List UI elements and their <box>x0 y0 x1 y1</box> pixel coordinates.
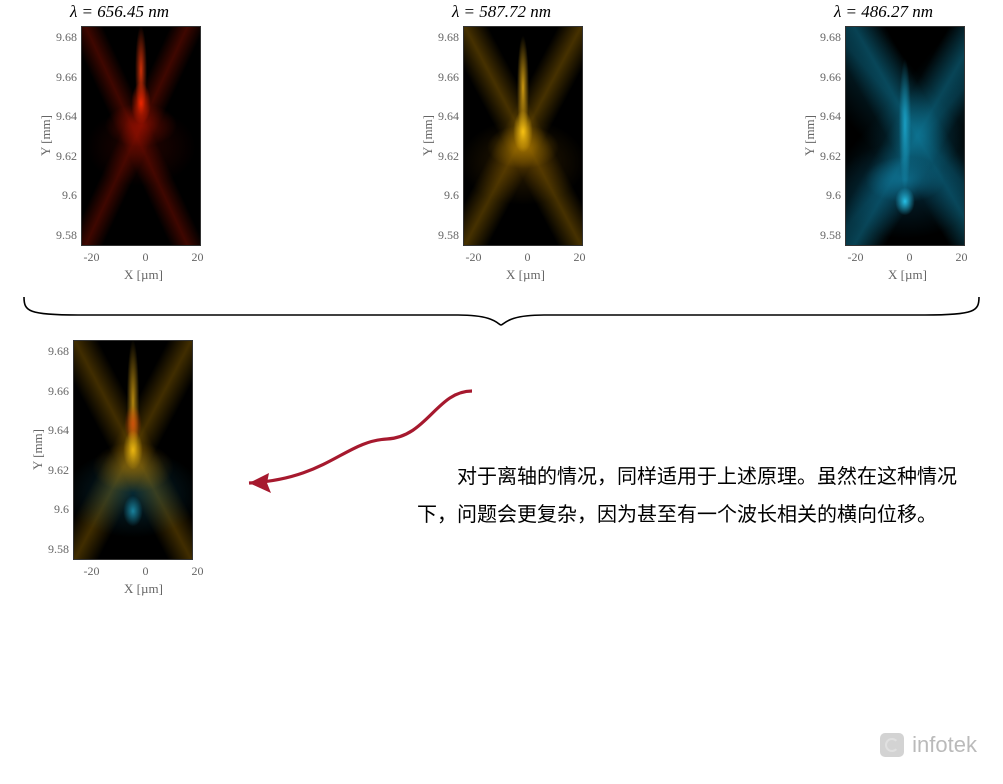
y-tick: 9.6 <box>438 189 459 201</box>
y-tick: 9.68 <box>438 31 459 43</box>
x-axis-label: X [µm] <box>506 267 545 283</box>
y-tick: 9.6 <box>820 189 841 201</box>
x-area: -20 0 20 X [µm] <box>84 560 204 597</box>
x-tick: -20 <box>848 250 864 265</box>
chart-title: λ = 486.27 nm <box>834 2 933 22</box>
y-axis-label: Y [mm] <box>802 115 818 156</box>
x-tick: 20 <box>192 564 204 579</box>
y-tick: 9.58 <box>48 543 69 555</box>
x-tick: -20 <box>84 250 100 265</box>
y-ticks: 9.68 9.66 9.64 9.62 9.6 9.58 <box>56 31 77 241</box>
x-tick: 20 <box>574 250 586 265</box>
y-tick: 9.68 <box>48 345 69 357</box>
heatmap-image <box>73 340 193 560</box>
x-ticks: -20 0 20 <box>466 250 586 265</box>
y-ticks: 9.68 9.66 9.64 9.62 9.6 9.58 <box>438 31 459 241</box>
x-tick: 0 <box>907 250 913 265</box>
bottom-row: Y [mm] 9.68 9.66 9.64 9.62 9.6 9.58 -20 … <box>0 340 1003 597</box>
diffraction-pattern-icon <box>74 341 192 559</box>
plot-area: Y [mm] 9.68 9.66 9.64 9.62 9.6 9.58 <box>30 340 209 560</box>
y-tick: 9.62 <box>56 150 77 162</box>
chart-cyan: λ = 486.27 nm Y [mm] 9.68 9.66 9.64 9.62… <box>794 2 973 283</box>
chart-combined: Y [mm] 9.68 9.66 9.64 9.62 9.6 9.58 -20 … <box>30 340 209 597</box>
y-ticks: 9.68 9.66 9.64 9.62 9.6 9.58 <box>48 345 69 555</box>
y-tick: 9.6 <box>48 503 69 515</box>
y-tick: 9.68 <box>56 31 77 43</box>
y-tick: 9.66 <box>820 71 841 83</box>
y-tick: 9.62 <box>438 150 459 162</box>
y-tick: 9.64 <box>56 110 77 122</box>
y-axis-label: Y [mm] <box>30 429 46 470</box>
y-tick: 9.66 <box>48 385 69 397</box>
body-paragraph: 对于离轴的情况，同样适用于上述原理。虽然在这种情况下，问题会更复杂，因为甚至有一… <box>417 458 977 534</box>
y-tick: 9.66 <box>56 71 77 83</box>
chart-red: λ = 656.45 nm Y [mm] 9.68 9.66 9.64 9.62… <box>30 2 209 283</box>
x-axis-label: X [µm] <box>888 267 927 283</box>
y-tick: 9.68 <box>820 31 841 43</box>
x-tick: 0 <box>143 250 149 265</box>
x-ticks: -20 0 20 <box>84 564 204 579</box>
y-tick: 9.58 <box>56 229 77 241</box>
x-ticks: -20 0 20 <box>848 250 968 265</box>
top-chart-row: λ = 656.45 nm Y [mm] 9.68 9.66 9.64 9.62… <box>0 2 1003 283</box>
y-tick: 9.64 <box>820 110 841 122</box>
watermark-text: infotek <box>912 732 977 758</box>
chart-title: λ = 587.72 nm <box>452 2 551 22</box>
y-ticks: 9.68 9.66 9.64 9.62 9.6 9.58 <box>820 31 841 241</box>
y-tick: 9.62 <box>820 150 841 162</box>
y-tick: 9.64 <box>438 110 459 122</box>
x-area: -20 0 20 X [µm] <box>84 246 204 283</box>
plot-area: Y [mm] 9.68 9.66 9.64 9.62 9.6 9.58 <box>420 26 583 246</box>
diffraction-pattern-icon <box>464 27 582 245</box>
x-tick: 0 <box>525 250 531 265</box>
x-tick: 20 <box>192 250 204 265</box>
chart-yellow: λ = 587.72 nm Y [mm] 9.68 9.66 9.64 9.62… <box>412 2 591 283</box>
x-ticks: -20 0 20 <box>84 250 204 265</box>
y-tick: 9.62 <box>48 464 69 476</box>
y-tick: 9.64 <box>48 424 69 436</box>
diffraction-pattern-icon <box>846 27 964 245</box>
y-axis-label: Y [mm] <box>420 115 436 156</box>
heatmap-image <box>463 26 583 246</box>
chart-title: λ = 656.45 nm <box>70 2 169 22</box>
grouping-brace-icon <box>18 293 985 327</box>
x-tick: 20 <box>956 250 968 265</box>
x-area: -20 0 20 X [µm] <box>848 246 968 283</box>
heatmap-image <box>81 26 201 246</box>
wechat-icon <box>880 733 904 757</box>
x-axis-label: X [µm] <box>124 267 163 283</box>
x-axis-label: X [µm] <box>124 581 163 597</box>
diffraction-pattern-icon <box>82 27 200 245</box>
y-tick: 9.58 <box>820 229 841 241</box>
y-tick: 9.66 <box>438 71 459 83</box>
watermark: infotek <box>880 732 977 758</box>
plot-area: Y [mm] 9.68 9.66 9.64 9.62 9.6 9.58 <box>802 26 965 246</box>
y-axis-label: Y [mm] <box>38 115 54 156</box>
y-tick: 9.6 <box>56 189 77 201</box>
y-tick: 9.58 <box>438 229 459 241</box>
x-tick: -20 <box>466 250 482 265</box>
x-tick: -20 <box>84 564 100 579</box>
heatmap-image <box>845 26 965 246</box>
x-tick: 0 <box>143 564 149 579</box>
plot-area: Y [mm] 9.68 9.66 9.64 9.62 9.6 9.58 <box>38 26 201 246</box>
x-area: -20 0 20 X [µm] <box>466 246 586 283</box>
